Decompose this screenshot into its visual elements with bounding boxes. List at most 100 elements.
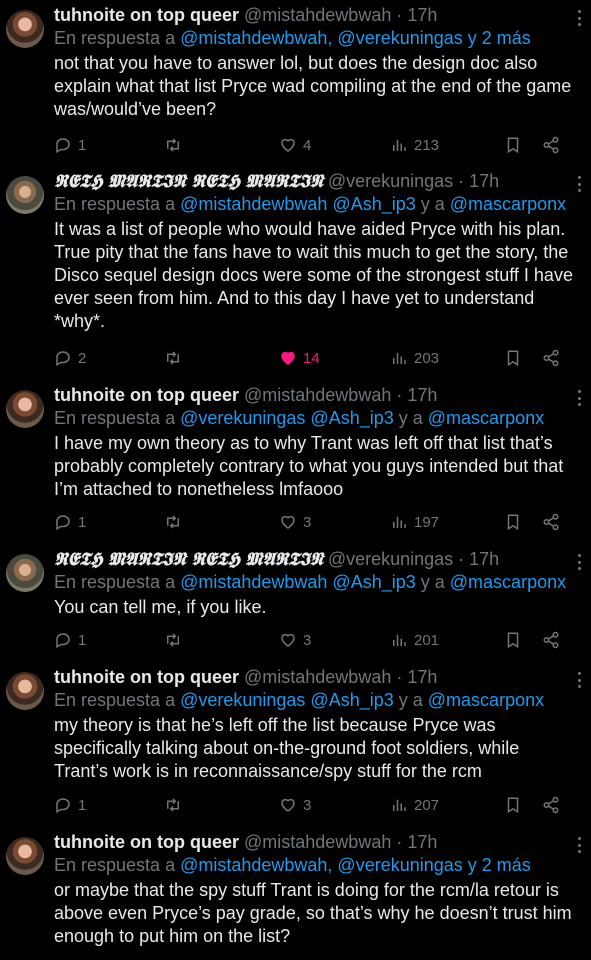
more-icon[interactable] xyxy=(577,176,581,192)
retweet-button[interactable] xyxy=(164,629,182,651)
reply-prefix: En respuesta a xyxy=(54,194,181,214)
reply-context: En respuesta a @mistahdewbwah, @verekuni… xyxy=(54,27,531,49)
more-icon[interactable] xyxy=(577,672,581,688)
handle-time[interactable]: @mistahdewbwah · 17h xyxy=(244,832,437,852)
display-name[interactable]: tuhnoite on top queer xyxy=(54,5,239,25)
reply-prefix: En respuesta a xyxy=(54,572,181,592)
reply-count: 1 xyxy=(78,796,87,814)
tweet-header: 𝕽𝕰𝕿𝕳 𝕸𝕬𝕽𝕿𝕴𝕹 𝕽𝕰𝕿𝕳 𝕸𝕬𝕽𝕿𝕴𝕹 @verekuningas · … xyxy=(54,548,499,571)
views-button[interactable]: 203 xyxy=(390,347,439,369)
views-count: 203 xyxy=(414,349,440,367)
avatar[interactable] xyxy=(6,672,44,710)
like-count: 3 xyxy=(303,796,312,814)
share-button[interactable] xyxy=(542,347,560,369)
more-icon[interactable] xyxy=(577,390,581,406)
display-name[interactable]: 𝕽𝕰𝕿𝕳 𝕸𝕬𝕽𝕿𝕴𝕹 𝕽𝕰𝕿𝕳 𝕸𝕬𝕽𝕿𝕴𝕹 xyxy=(54,171,323,192)
reply-count: 1 xyxy=(78,136,87,154)
more-icon[interactable] xyxy=(577,10,581,26)
reply-prefix: En respuesta a xyxy=(54,408,181,428)
bookmark-button[interactable] xyxy=(504,134,522,156)
views-icon xyxy=(393,799,406,811)
reply-mentions[interactable]: @verekuningas @Ash_ip3 xyxy=(180,408,394,428)
handle-time[interactable]: @verekuningas · 17h xyxy=(328,171,499,191)
views-icon xyxy=(393,352,406,364)
handle-time[interactable]: @mistahdewbwah · 17h xyxy=(244,667,437,687)
like-button[interactable]: 3 xyxy=(279,794,311,816)
avatar[interactable] xyxy=(6,554,44,592)
reply-button[interactable]: 1 xyxy=(54,629,86,651)
retweet-icon xyxy=(167,633,179,647)
avatar[interactable] xyxy=(6,176,44,214)
action-bar: 1 4 213 xyxy=(54,134,574,156)
display-name[interactable]: tuhnoite on top queer xyxy=(54,832,239,852)
reply-last-mention[interactable]: @mascarponx xyxy=(428,408,544,428)
retweet-button[interactable] xyxy=(164,511,182,533)
reply-mentions[interactable]: @verekuningas @Ash_ip3 xyxy=(180,690,394,710)
like-button[interactable]: 4 xyxy=(279,134,311,156)
views-button[interactable]: 213 xyxy=(390,134,439,156)
reply-count: 1 xyxy=(78,631,87,649)
views-icon xyxy=(393,516,406,528)
display-name[interactable]: tuhnoite on top queer xyxy=(54,385,239,405)
tweet[interactable]: tuhnoite on top queer @mistahdewbwah · 1… xyxy=(0,662,591,824)
bookmark-button[interactable] xyxy=(504,794,522,816)
tweet-text: my theory is that he’s left off the list… xyxy=(54,715,520,781)
handle-time[interactable]: @mistahdewbwah · 17h xyxy=(244,385,437,405)
like-button[interactable]: 14 xyxy=(279,347,320,369)
heart-icon xyxy=(281,515,295,529)
like-button[interactable]: 3 xyxy=(279,511,311,533)
avatar[interactable] xyxy=(6,390,44,428)
display-name[interactable]: 𝕽𝕰𝕿𝕳 𝕸𝕬𝕽𝕿𝕴𝕹 𝕽𝕰𝕿𝕳 𝕸𝕬𝕽𝕿𝕴𝕹 xyxy=(54,549,323,570)
views-count: 201 xyxy=(414,631,440,649)
tweet-header: tuhnoite on top queer @mistahdewbwah · 1… xyxy=(54,384,437,406)
tweet[interactable]: tuhnoite on top queer @mistahdewbwah · 1… xyxy=(0,380,591,540)
handle-time[interactable]: @verekuningas · 17h xyxy=(328,549,499,569)
reply-mentions[interactable]: @mistahdewbwah, @verekuningas y 2 más xyxy=(180,28,531,48)
bookmark-button[interactable] xyxy=(504,347,522,369)
reply-last-mention[interactable]: @mascarponx xyxy=(450,572,566,592)
tweet[interactable]: 𝕽𝕰𝕿𝕳 𝕸𝕬𝕽𝕿𝕴𝕹 𝕽𝕰𝕿𝕳 𝕸𝕬𝕽𝕿𝕴𝕹 @verekuningas · … xyxy=(0,166,591,380)
reply-context: En respuesta a @mistahdewbwah, @verekuni… xyxy=(54,854,531,876)
retweet-button[interactable] xyxy=(164,794,182,816)
reply-mentions[interactable]: @mistahdewbwah, @verekuningas y 2 más xyxy=(180,855,531,875)
avatar[interactable] xyxy=(6,837,44,875)
reply-button[interactable]: 1 xyxy=(54,794,86,816)
more-icon[interactable] xyxy=(577,554,581,570)
reply-mentions[interactable]: @mistahdewbwah @Ash_ip3 xyxy=(180,572,416,592)
reply-button[interactable]: 1 xyxy=(54,134,86,156)
tweet[interactable]: tuhnoite on top queer @mistahdewbwah · 1… xyxy=(0,0,591,162)
views-button[interactable]: 207 xyxy=(390,794,439,816)
reply-mentions[interactable]: @mistahdewbwah @Ash_ip3 xyxy=(180,194,416,214)
tweet-text: It was a list of people who would have a… xyxy=(54,219,573,331)
views-button[interactable]: 201 xyxy=(390,629,439,651)
reply-last-mention[interactable]: @mascarponx xyxy=(428,690,544,710)
tweet-header: 𝕽𝕰𝕿𝕳 𝕸𝕬𝕽𝕿𝕴𝕹 𝕽𝕰𝕿𝕳 𝕸𝕬𝕽𝕿𝕴𝕹 @verekuningas · … xyxy=(54,170,499,193)
share-button[interactable] xyxy=(542,134,560,156)
retweet-icon xyxy=(167,351,179,365)
share-button[interactable] xyxy=(542,794,560,816)
bookmark-button[interactable] xyxy=(504,629,522,651)
reply-last-mention[interactable]: @mascarponx xyxy=(450,194,566,214)
tweet[interactable]: tuhnoite on top queer @mistahdewbwah · 1… xyxy=(0,827,591,960)
avatar[interactable] xyxy=(6,10,44,48)
reply-button[interactable]: 2 xyxy=(54,347,86,369)
reply-button[interactable]: 1 xyxy=(54,511,86,533)
action-bar: 1 3 197 xyxy=(54,511,574,533)
bookmark-button[interactable] xyxy=(504,511,522,533)
reply-mid: y a xyxy=(415,572,450,592)
share-button[interactable] xyxy=(542,511,560,533)
share-icon xyxy=(543,136,559,154)
like-button[interactable]: 3 xyxy=(279,629,311,651)
share-button[interactable] xyxy=(542,629,560,651)
views-button[interactable]: 197 xyxy=(390,511,439,533)
display-name[interactable]: tuhnoite on top queer xyxy=(54,667,239,687)
retweet-button[interactable] xyxy=(164,347,182,369)
heart-icon xyxy=(281,351,295,365)
more-icon[interactable] xyxy=(577,837,581,853)
tweet[interactable]: 𝕽𝕰𝕿𝕳 𝕸𝕬𝕽𝕿𝕴𝕹 𝕽𝕰𝕿𝕳 𝕸𝕬𝕽𝕿𝕴𝕹 @verekuningas · … xyxy=(0,544,591,654)
retweet-button[interactable] xyxy=(164,134,182,156)
reply-context: En respuesta a @verekuningas @Ash_ip3 y … xyxy=(54,689,544,711)
tweet-text: or maybe that the spy stuff Trant is doi… xyxy=(54,880,572,946)
handle-time[interactable]: @mistahdewbwah · 17h xyxy=(244,5,437,25)
reply-context: En respuesta a @mistahdewbwah @Ash_ip3 y… xyxy=(54,571,566,593)
